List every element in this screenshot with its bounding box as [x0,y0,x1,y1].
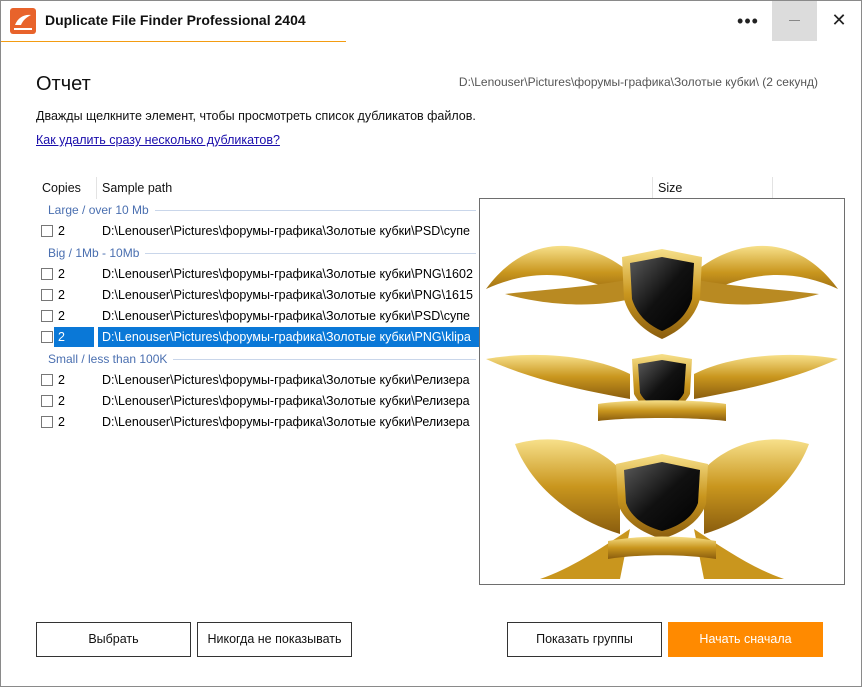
row-checkbox[interactable] [41,225,53,237]
column-header-size[interactable]: Size [658,177,682,199]
column-divider [652,177,653,199]
row-checkbox[interactable] [41,374,53,386]
row-checkbox[interactable] [41,331,53,343]
sample-path: D:\Lenouser\Pictures\форумы-графика\Золо… [102,309,470,323]
copies-count: 2 [58,288,65,302]
never-show-button[interactable]: Никогда не показывать [197,622,352,657]
sample-path: D:\Lenouser\Pictures\форумы-графика\Золо… [102,415,470,429]
minimize-icon [789,20,800,21]
more-icon[interactable]: ••• [731,5,765,37]
row-checkbox[interactable] [41,416,53,428]
row-checkbox[interactable] [41,395,53,407]
copies-count: 2 [58,394,65,408]
sample-path: D:\Lenouser\Pictures\форумы-графика\Золо… [102,224,470,238]
row-checkbox[interactable] [41,268,53,280]
emblem-middle [486,354,838,421]
row-checkbox[interactable] [41,289,53,301]
column-divider [772,177,773,199]
sample-path: D:\Lenouser\Pictures\форумы-графика\Золо… [102,373,470,387]
group-divider [155,210,476,211]
app-logo-icon [10,8,36,34]
column-header-copies[interactable]: Copies [42,177,81,199]
group-label: Large / over 10 Mb [36,203,155,217]
sample-path: D:\Lenouser\Pictures\форумы-графика\Золо… [98,327,498,347]
title-bar: Duplicate File Finder Professional 2404 … [1,1,861,41]
group-label: Big / 1Mb - 10Mb [36,246,146,260]
image-preview [479,198,845,585]
emblem-bottom [515,439,809,579]
column-divider [96,177,97,199]
sample-path: D:\Lenouser\Pictures\форумы-графика\Золо… [102,267,473,281]
group-label: Small / less than 100K [36,352,174,366]
group-divider [145,253,476,254]
select-button[interactable]: Выбрать [36,622,191,657]
emblem-top [486,245,838,339]
minimize-button[interactable] [772,1,817,41]
page-title: Отчет [36,73,91,95]
copies-count: 2 [58,224,65,238]
title-accent-line [1,41,346,42]
help-link[interactable]: Как удалить сразу несколько дубликатов? [36,133,280,147]
preview-image [486,245,838,579]
sample-path: D:\Lenouser\Pictures\форумы-графика\Золо… [102,288,473,302]
copies-count: 2 [58,415,65,429]
copies-count: 2 [54,327,94,347]
copies-count: 2 [58,267,65,281]
show-groups-button[interactable]: Показать группы [507,622,662,657]
close-button[interactable]: ✕ [819,1,859,41]
sample-path: D:\Lenouser\Pictures\форумы-графика\Золо… [102,394,470,408]
group-divider [173,359,476,360]
start-over-button[interactable]: Начать сначала [668,622,823,657]
window-title: Duplicate File Finder Professional 2404 [45,12,306,28]
copies-count: 2 [58,309,65,323]
scan-path: D:\Lenouser\Pictures\форумы-графика\Золо… [458,75,818,89]
app-window: Duplicate File Finder Professional 2404 … [0,0,862,687]
row-checkbox[interactable] [41,310,53,322]
column-header-sample-path[interactable]: Sample path [102,177,172,199]
copies-count: 2 [58,373,65,387]
instructions-text: Дважды щелкните элемент, чтобы просмотре… [36,109,476,123]
